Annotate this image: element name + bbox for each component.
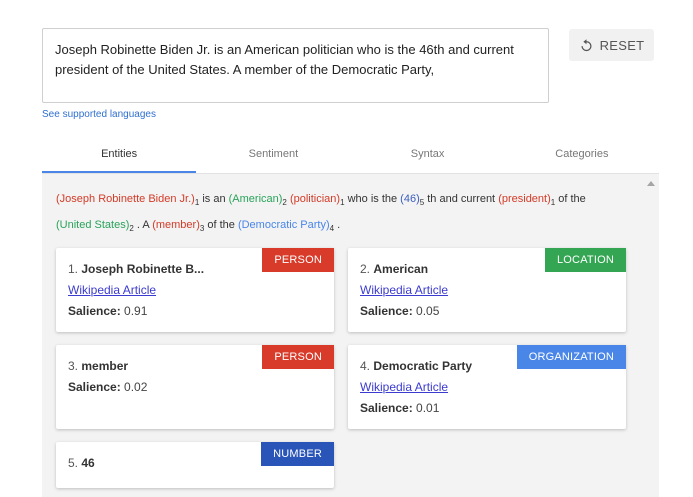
entity-type-badge: PERSON — [262, 248, 334, 272]
salience-label: Salience: — [68, 380, 121, 394]
entity-name: 46 — [81, 456, 95, 470]
plain-text: . A — [133, 219, 153, 231]
entity-mention: (Joseph Robinette Biden Jr.) — [56, 193, 195, 205]
entity-type-badge: PERSON — [262, 345, 334, 369]
tab-bar: Entities Sentiment Syntax Categories — [42, 140, 659, 173]
entity-mention: (American) — [228, 193, 283, 205]
scrollbar[interactable] — [645, 174, 659, 497]
entity-card: PERSON 3. member Salience: 0.02 — [56, 345, 334, 429]
tab-sentiment[interactable]: Sentiment — [196, 140, 350, 173]
text-input[interactable]: Joseph Robinette Biden Jr. is an America… — [42, 28, 549, 103]
entity-number: 2. — [360, 262, 371, 276]
reset-button-label: RESET — [599, 37, 645, 53]
entity-salience: Salience: 0.01 — [360, 401, 439, 415]
entity-title: 5. 46 — [68, 456, 95, 470]
wikipedia-link[interactable]: Wikipedia Article — [68, 283, 156, 297]
entity-card: ORGANIZATION 4. Democratic Party Wikiped… — [348, 345, 626, 429]
wikipedia-link[interactable]: Wikipedia Article — [360, 380, 448, 394]
plain-text: of the — [204, 219, 238, 231]
plain-text: of the — [555, 193, 586, 205]
entity-card: LOCATION 2. American Wikipedia Article S… — [348, 248, 626, 332]
salience-label: Salience: — [68, 304, 121, 318]
wikipedia-link[interactable]: Wikipedia Article — [360, 283, 448, 297]
entity-mention: (United States) — [56, 219, 130, 231]
tab-entities[interactable]: Entities — [42, 140, 197, 173]
entity-name: American — [373, 262, 429, 276]
salience-value: 0.91 — [124, 304, 148, 318]
entity-mention: (member) — [152, 219, 200, 231]
plain-text: who is the — [344, 193, 401, 205]
salience-value: 0.01 — [416, 401, 440, 415]
scroll-up-arrow-icon[interactable] — [647, 181, 655, 186]
salience-label: Salience: — [360, 304, 413, 318]
entity-title: 4. Democratic Party — [360, 359, 472, 373]
plain-text: th and current — [424, 193, 499, 205]
entity-card: NUMBER 5. 46 — [56, 442, 334, 488]
entity-mention: (politician) — [289, 193, 341, 205]
entity-number: 1. — [68, 262, 79, 276]
reset-icon — [581, 38, 592, 51]
salience-label: Salience: — [360, 401, 413, 415]
entity-number: 4. — [360, 359, 371, 373]
tab-categories[interactable]: Categories — [505, 140, 659, 173]
entity-type-badge: LOCATION — [544, 248, 626, 272]
entity-number: 3. — [68, 359, 79, 373]
annotated-text: (Joseph Robinette Biden Jr.)1 is an (Ame… — [56, 188, 626, 240]
supported-languages-link[interactable]: See supported languages — [42, 109, 156, 120]
entity-card: PERSON 1. Joseph Robinette B... Wikipedi… — [56, 248, 334, 332]
reset-button[interactable]: RESET — [569, 29, 654, 61]
entity-mention: (46) — [400, 193, 420, 205]
entity-name: Democratic Party — [373, 359, 473, 373]
entities-panel: (Joseph Robinette Biden Jr.)1 is an (Ame… — [42, 173, 659, 497]
entity-title: 3. member — [68, 359, 128, 373]
salience-value: 0.02 — [124, 380, 148, 394]
entity-mention: (president) — [498, 193, 551, 205]
entity-name: member — [81, 359, 129, 373]
entity-type-badge: ORGANIZATION — [516, 345, 626, 369]
salience-value: 0.05 — [416, 304, 440, 318]
tab-syntax[interactable]: Syntax — [351, 140, 505, 173]
entity-type-badge: NUMBER — [261, 442, 334, 466]
entity-salience: Salience: 0.91 — [68, 304, 147, 318]
plain-text: is an — [199, 193, 229, 205]
entity-salience: Salience: 0.02 — [68, 380, 147, 394]
entity-title: 1. Joseph Robinette B... — [68, 262, 204, 276]
entity-salience: Salience: 0.05 — [360, 304, 439, 318]
entity-mention: (Democratic Party) — [237, 219, 330, 231]
entity-title: 2. American — [360, 262, 428, 276]
entity-number: 5. — [68, 456, 79, 470]
plain-text: . — [334, 219, 341, 231]
entity-name: Joseph Robinette B... — [81, 262, 205, 276]
